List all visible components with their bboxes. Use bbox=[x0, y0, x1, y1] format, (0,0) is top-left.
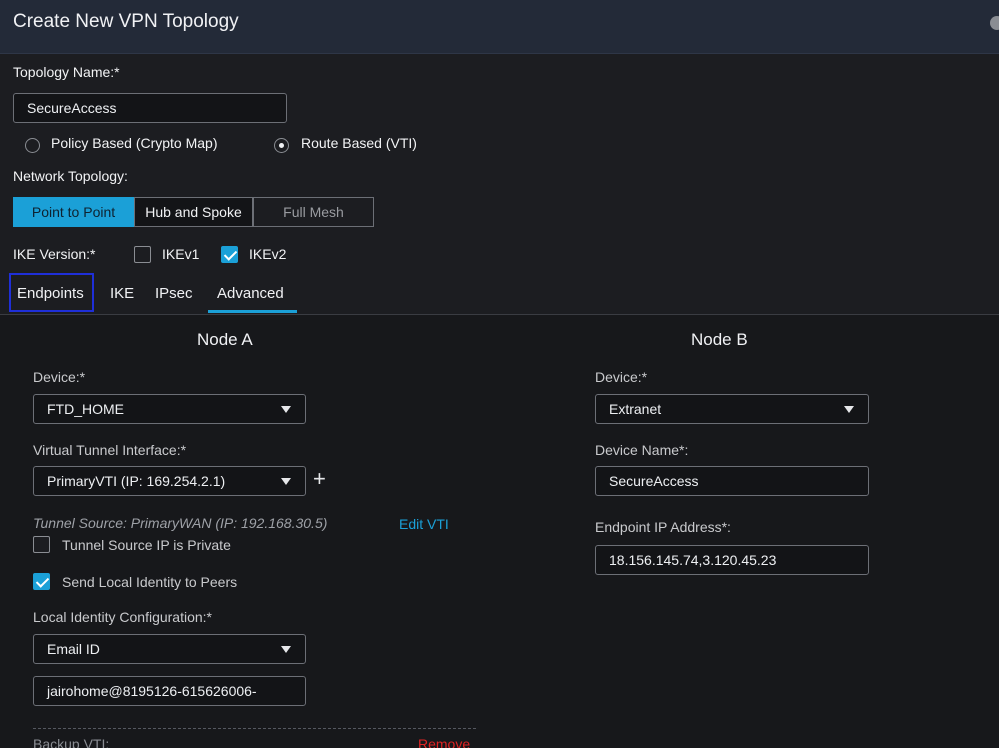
network-topology-label: Network Topology: bbox=[13, 168, 128, 184]
tab-ike[interactable]: IKE bbox=[110, 285, 134, 302]
ikev1-checkbox[interactable] bbox=[134, 246, 151, 263]
local-identity-label: Local Identity Configuration:* bbox=[33, 609, 212, 625]
node-a-device-label: Device:* bbox=[33, 369, 86, 385]
tab-endpoints[interactable]: Endpoints bbox=[17, 285, 84, 302]
chevron-down-icon bbox=[281, 646, 291, 653]
segment-point-to-point[interactable]: Point to Point bbox=[13, 197, 134, 227]
tab-active-indicator bbox=[208, 310, 297, 313]
tunnel-source-text: Tunnel Source: PrimaryWAN (IP: 192.168.3… bbox=[33, 515, 328, 531]
ikev2-label: IKEv2 bbox=[249, 246, 287, 262]
chevron-down-icon bbox=[844, 406, 854, 413]
endpoint-ip-input[interactable]: 18.156.145.74,3.120.45.23 bbox=[595, 545, 869, 575]
tabs-divider bbox=[0, 314, 999, 315]
ikev1-label: IKEv1 bbox=[162, 246, 200, 262]
remove-backup-link[interactable]: Remove bbox=[418, 736, 470, 748]
tab-advanced[interactable]: Advanced bbox=[217, 285, 284, 302]
device-name-input[interactable]: SecureAccess bbox=[595, 466, 869, 496]
tab-ipsec[interactable]: IPsec bbox=[155, 285, 193, 302]
dialog-title: Create New VPN Topology bbox=[13, 11, 239, 32]
local-identity-value: Email ID bbox=[47, 641, 100, 657]
route-based-radio[interactable] bbox=[274, 138, 289, 153]
backup-vti-label: Backup VTI: bbox=[33, 736, 110, 748]
ikev2-checkbox[interactable] bbox=[221, 246, 238, 263]
send-identity-checkbox[interactable] bbox=[33, 573, 50, 590]
node-a-device-value: FTD_HOME bbox=[47, 401, 124, 417]
node-a-title: Node A bbox=[197, 330, 253, 349]
backup-vti-divider bbox=[33, 728, 476, 729]
segment-hub-and-spoke[interactable]: Hub and Spoke bbox=[134, 197, 253, 227]
vti-label: Virtual Tunnel Interface:* bbox=[33, 442, 187, 458]
email-id-input[interactable]: jairohome@8195126-615626006- bbox=[33, 676, 306, 706]
node-b-device-select[interactable]: Extranet bbox=[595, 394, 869, 424]
ike-version-label: IKE Version:* bbox=[13, 246, 96, 262]
segment-full-mesh[interactable]: Full Mesh bbox=[253, 197, 374, 227]
vti-select[interactable]: PrimaryVTI (IP: 169.254.2.1) bbox=[33, 466, 306, 496]
policy-based-radio[interactable] bbox=[25, 138, 40, 153]
endpoint-ip-label: Endpoint IP Address*: bbox=[595, 519, 731, 535]
local-identity-select[interactable]: Email ID bbox=[33, 634, 306, 664]
chevron-down-icon bbox=[281, 406, 291, 413]
node-b-device-value: Extranet bbox=[609, 401, 662, 417]
topology-name-label: Topology Name:* bbox=[13, 64, 120, 80]
close-icon[interactable] bbox=[990, 16, 999, 30]
tunnel-private-checkbox[interactable] bbox=[33, 536, 50, 553]
policy-based-label: Policy Based (Crypto Map) bbox=[51, 135, 218, 151]
node-b-title: Node B bbox=[691, 330, 748, 349]
edit-vti-link[interactable]: Edit VTI bbox=[399, 516, 449, 532]
topology-name-input[interactable]: SecureAccess bbox=[13, 93, 287, 123]
tunnel-private-label: Tunnel Source IP is Private bbox=[62, 537, 231, 553]
node-a-device-select[interactable]: FTD_HOME bbox=[33, 394, 306, 424]
device-name-label: Device Name*: bbox=[595, 442, 689, 458]
vti-value: PrimaryVTI (IP: 169.254.2.1) bbox=[47, 473, 226, 489]
node-b-device-label: Device:* bbox=[595, 369, 648, 385]
send-identity-label: Send Local Identity to Peers bbox=[62, 574, 238, 590]
chevron-down-icon bbox=[281, 478, 291, 485]
route-based-label: Route Based (VTI) bbox=[301, 135, 417, 151]
add-vti-icon[interactable]: + bbox=[313, 466, 326, 492]
